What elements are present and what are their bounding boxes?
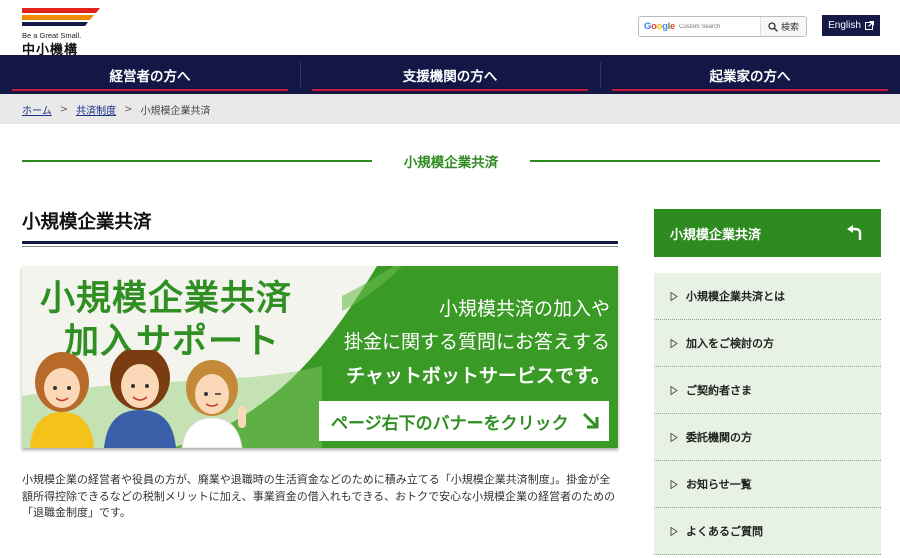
sidebar-item-label: 小規模企業共済とは (686, 290, 785, 303)
triangle-right-icon (670, 292, 678, 301)
return-arrow-icon (847, 225, 862, 240)
sidebar-item-about[interactable]: 小規模企業共済とは (654, 273, 881, 320)
english-link[interactable]: English (822, 15, 880, 36)
heading-rule (22, 241, 618, 244)
title-divider-right (530, 160, 880, 162)
banner-text-line2: 掛金に関する質問にお答えする (343, 331, 610, 353)
sidebar-item-label: ご契約者さま (686, 384, 752, 397)
banner-cta-label: ページ右下のバナーをクリック (331, 413, 569, 434)
nav-item-entrepreneurs[interactable]: 起業家の方へ (600, 55, 900, 94)
sidebar-menu: 小規模企業共済とは 加入をご検討の方 ご契約者さま 委託機関の方 お知らせ一覧 … (654, 273, 881, 555)
sidebar-item-news[interactable]: お知らせ一覧 (654, 461, 881, 508)
banner-text-line3: チャットボットサービスです。 (346, 365, 610, 387)
sidebar-item-label: お知らせ一覧 (686, 478, 752, 491)
banner-text-line1: 小規模共済の加入や (438, 298, 610, 320)
search-icon (768, 21, 778, 32)
search-button[interactable]: 検索 (760, 17, 806, 36)
sidebar-item-considering[interactable]: 加入をご検討の方 (654, 320, 881, 367)
sidebar-item-contractors[interactable]: ご契約者さま (654, 367, 881, 414)
heading-rule-thin (22, 246, 618, 247)
sidebar-item-label: よくあるご質問 (686, 525, 763, 538)
breadcrumb: ホーム > 共済制度 > 小規模企業共済 (0, 94, 900, 124)
title-divider-left (22, 160, 372, 162)
nav-item-support-orgs[interactable]: 支援機関の方へ (300, 55, 600, 94)
external-link-icon (864, 21, 874, 30)
banner-people-illustration (30, 350, 246, 448)
breadcrumb-separator: > (124, 103, 133, 115)
breadcrumb-parent[interactable]: 共済制度 (76, 102, 116, 117)
sidebar-item-faq[interactable]: よくあるご質問 (654, 508, 881, 555)
sidebar-header[interactable]: 小規模企業共済 (654, 209, 881, 257)
breadcrumb-current: 小規模企業共済 (140, 105, 211, 117)
logo[interactable]: Be a Great Small. 中小機構 (22, 8, 102, 58)
sidebar-item-label: 加入をご検討の方 (686, 337, 774, 350)
section-heading: 小規模企業共済 (22, 212, 152, 233)
breadcrumb-separator: > (59, 103, 69, 115)
triangle-right-icon (670, 480, 678, 489)
english-label: English (828, 20, 861, 31)
triangle-right-icon (670, 433, 678, 442)
logo-stripes-icon (22, 8, 100, 26)
sidebar-header-label: 小規模企業共済 (670, 227, 762, 243)
breadcrumb-home[interactable]: ホーム (22, 102, 52, 117)
triangle-right-icon (670, 386, 678, 395)
site-search: Google 検索 (638, 16, 807, 37)
arrow-down-right-icon (582, 412, 599, 429)
page-title: 小規模企業共済 (403, 155, 499, 171)
triangle-right-icon (670, 527, 678, 536)
intro-description: 小規模企業の経営者や役員の方が、廃業や退職時の生活資金などのために積み立てる「小… (22, 473, 616, 519)
main-heading: 小規模企業共済 (22, 208, 618, 247)
chatbot-banner[interactable]: 小規模企業共済 加入サポート 小規模共済の加入や 掛金に関する質問にお答えする … (22, 266, 618, 448)
banner-cta-button[interactable]: ページ右下のバナーをクリック (319, 401, 609, 441)
sidebar-item-label: 委託機関の方 (686, 431, 752, 444)
search-input[interactable] (639, 17, 761, 36)
search-button-label: 検索 (780, 23, 799, 33)
global-nav: 経営者の方へ 支援機関の方へ 起業家の方へ (0, 55, 900, 94)
sidebar-item-agencies[interactable]: 委託機関の方 (654, 414, 881, 461)
nav-item-managers[interactable]: 経営者の方へ (0, 55, 300, 94)
page-title-band: 小規模企業共済 (22, 147, 880, 175)
triangle-right-icon (670, 339, 678, 348)
